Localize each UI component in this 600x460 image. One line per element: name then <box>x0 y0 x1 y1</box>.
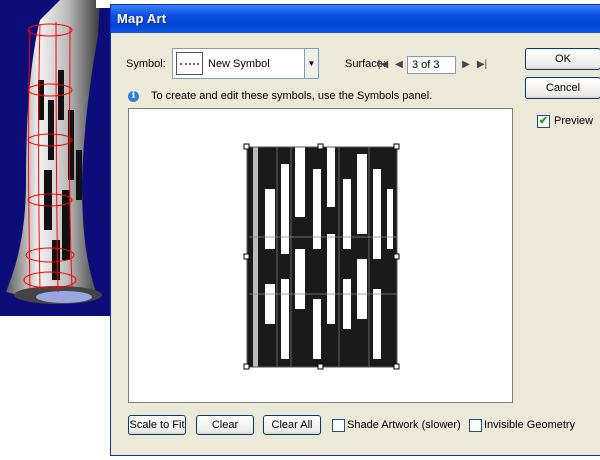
symbol-label: Symbol: <box>126 58 166 70</box>
art-preview-area[interactable] <box>128 108 513 403</box>
clear-button[interactable]: Clear <box>196 415 254 435</box>
dialog-title: Map Art <box>117 11 167 26</box>
shade-artwork-checkbox[interactable] <box>332 419 345 432</box>
info-text: To create and edit these symbols, use th… <box>151 90 433 102</box>
previous-surface-icon[interactable]: ◀ <box>392 58 406 72</box>
chevron-down-icon[interactable]: ▼ <box>304 48 319 79</box>
background-3d-artwork <box>0 0 118 316</box>
info-icon: i <box>128 91 139 102</box>
ok-button[interactable]: OK <box>525 48 600 70</box>
surface-field[interactable]: 3 of 3 <box>407 56 456 74</box>
revolved-vase-illustration <box>6 0 102 304</box>
map-art-dialog: Map Art Symbol: New Symbol ▼ Surface: |◀… <box>110 4 600 456</box>
preview-checkbox[interactable]: ✔ <box>537 115 550 128</box>
shade-artwork-label: Shade Artwork (slower) <box>347 419 461 431</box>
cancel-button[interactable]: Cancel <box>525 77 600 99</box>
symbol-dropdown[interactable]: New Symbol <box>172 48 319 79</box>
symbol-swatch-icon <box>176 52 203 75</box>
surface-map-preview <box>243 143 400 370</box>
next-surface-icon[interactable]: ▶ <box>459 58 473 72</box>
title-bar[interactable]: Map Art <box>111 5 600 33</box>
clear-all-button[interactable]: Clear All <box>263 415 321 435</box>
invisible-geometry-checkbox[interactable] <box>469 419 482 432</box>
scale-to-fit-button[interactable]: Scale to Fit <box>128 415 186 435</box>
symbol-value: New Symbol <box>208 58 270 70</box>
last-surface-icon[interactable]: ▶| <box>475 58 489 72</box>
preview-label: Preview <box>554 115 594 127</box>
first-surface-icon[interactable]: |◀ <box>376 58 390 72</box>
invisible-geometry-label: Invisible Geometry <box>484 419 576 431</box>
